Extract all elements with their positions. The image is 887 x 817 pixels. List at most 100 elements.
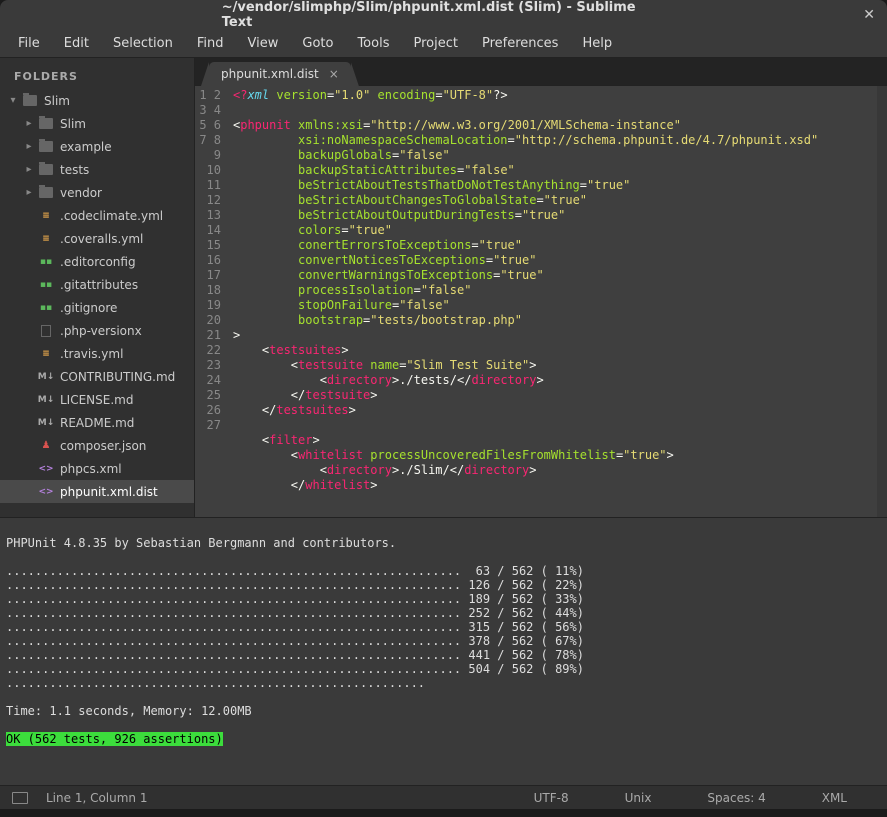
code-area[interactable]: 1 2 3 4 5 6 7 8 9 10 11 12 13 14 15 16 1… [195,86,887,517]
tree-item-label: CONTRIBUTING.md [60,370,175,384]
status-lineending[interactable]: Unix [597,791,680,805]
xml-icon: <> [38,461,54,477]
menu-edit[interactable]: Edit [54,32,99,55]
sidebar-file--php-versionx[interactable]: .php-versionx [0,319,194,342]
folder-icon [22,93,38,109]
sidebar-file--gitattributes[interactable]: ▪▪.gitattributes [0,273,194,296]
menu-selection[interactable]: Selection [103,32,183,55]
markdown-icon: M↓ [38,369,54,385]
chevron-icon: ▾ [6,94,20,108]
menu-find[interactable]: Find [187,32,234,55]
tree-item-label: composer.json [60,439,146,453]
composer-icon: ♟ [38,438,54,454]
sidebar-folder-example[interactable]: ▸ example [0,135,194,158]
tree-item-label: tests [60,163,89,177]
tree-item-label: .php-versionx [60,324,142,338]
menu-tools[interactable]: Tools [347,32,399,55]
menu-view[interactable]: View [238,32,289,55]
window-title: ~/vendor/slimphp/Slim/phpunit.xml.dist (… [222,0,666,30]
chevron-icon [22,324,36,338]
tree-item-label: Slim [60,117,86,131]
chevron-icon [22,370,36,384]
editor-area: phpunit.xml.dist × 1 2 3 4 5 6 7 8 9 10 1… [195,58,887,517]
tab-label: phpunit.xml.dist [221,67,319,81]
sidebar-folder-vendor[interactable]: ▸ vendor [0,181,194,204]
tab-close-icon[interactable]: × [329,67,339,81]
xml-icon: <> [38,484,54,500]
chevron-icon [22,278,36,292]
sidebar-file-readme-md[interactable]: M↓ README.md [0,411,194,434]
tree-item-label: vendor [60,186,102,200]
sidebar[interactable]: FOLDERS ▾Slim▸Slim▸example▸tests▸vendor≡… [0,58,195,517]
sidebar-file--codeclimate-yml[interactable]: ≡ .codeclimate.yml [0,204,194,227]
markdown-icon: M↓ [38,392,54,408]
tab-bar[interactable]: phpunit.xml.dist × [195,58,887,86]
chevron-icon [22,485,36,499]
chevron-icon: ▸ [22,186,36,200]
chevron-icon [22,232,36,246]
chevron-icon [22,416,36,430]
tree-item-label: .codeclimate.yml [60,209,163,223]
yml-icon: ≡ [38,231,54,247]
config-icon: ▪▪ [38,254,54,270]
minimap[interactable] [877,86,887,517]
chevron-icon [22,347,36,361]
tree-item-label: phpcs.xml [60,462,122,476]
sidebar-file-composer-json[interactable]: ♟ composer.json [0,434,194,457]
tree-item-label: .travis.yml [60,347,123,361]
menu-preferences[interactable]: Preferences [472,32,568,55]
close-icon[interactable]: ✕ [863,7,875,23]
sidebar-file--gitignore[interactable]: ▪▪.gitignore [0,296,194,319]
folder-icon [38,139,54,155]
titlebar[interactable]: ~/vendor/slimphp/Slim/phpunit.xml.dist (… [0,0,887,30]
console-panel[interactable]: PHPUnit 4.8.35 by Sebastian Bergmann and… [0,517,887,785]
chevron-icon: ▸ [22,163,36,177]
test-result-ok: OK (562 tests, 926 assertions) [6,732,223,746]
sidebar-file--editorconfig[interactable]: ▪▪ .editorconfig [0,250,194,273]
status-cursor[interactable]: Line 1, Column 1 [46,791,148,805]
tree-item-label: .editorconfig [60,255,136,269]
tree-item-label: README.md [60,416,134,430]
workspace: FOLDERS ▾Slim▸Slim▸example▸tests▸vendor≡… [0,58,887,517]
sidebar-file-license-md[interactable]: M↓ LICENSE.md [0,388,194,411]
chevron-icon [22,209,36,223]
sidebar-root[interactable]: ▾Slim [0,89,194,112]
yml-icon: ≡ [38,346,54,362]
markdown-icon: M↓ [38,415,54,431]
sidebar-folder-slim[interactable]: ▸ Slim [0,112,194,135]
tree-item-label: LICENSE.md [60,393,133,407]
tree-item-label: phpunit.xml.dist [60,485,158,499]
sidebar-file--travis-yml[interactable]: ≡ .travis.yml [0,342,194,365]
tree-item-label: .gitattributes [60,278,138,292]
status-syntax[interactable]: XML [794,791,875,805]
gutter: 1 2 3 4 5 6 7 8 9 10 11 12 13 14 15 16 1… [195,86,227,517]
chevron-icon [22,462,36,476]
menu-goto[interactable]: Goto [292,32,343,55]
tab-phpunit-xml-dist[interactable]: phpunit.xml.dist × [209,62,351,86]
menu-project[interactable]: Project [403,32,467,55]
chevron-icon [22,301,36,315]
code-text[interactable]: <?xml version="1.0" encoding="UTF-8"?> <… [227,86,877,517]
folder-icon [38,185,54,201]
chevron-icon [22,439,36,453]
menu-file[interactable]: File [8,32,50,55]
panel-toggle-icon[interactable] [12,792,28,804]
chevron-icon: ▸ [22,117,36,131]
sidebar-folder-tests[interactable]: ▸ tests [0,158,194,181]
chevron-icon [22,255,36,269]
menu-help[interactable]: Help [572,32,622,55]
sidebar-file-phpunit-xml-dist[interactable]: <> phpunit.xml.dist [0,480,194,503]
sidebar-file--coveralls-yml[interactable]: ≡ .coveralls.yml [0,227,194,250]
folder-icon [38,116,54,132]
status-indent[interactable]: Spaces: 4 [679,791,793,805]
chevron-icon: ▸ [22,140,36,154]
sidebar-file-phpcs-xml[interactable]: <> phpcs.xml [0,457,194,480]
tree-item-label: example [60,140,112,154]
statusbar: Line 1, Column 1 UTF-8 Unix Spaces: 4 XM… [0,785,887,809]
yml-icon: ≡ [38,208,54,224]
file-icon [38,323,54,339]
folder-icon [38,162,54,178]
status-encoding[interactable]: UTF-8 [506,791,597,805]
tree-item-label: .coveralls.yml [60,232,143,246]
sidebar-file-contributing-md[interactable]: M↓ CONTRIBUTING.md [0,365,194,388]
